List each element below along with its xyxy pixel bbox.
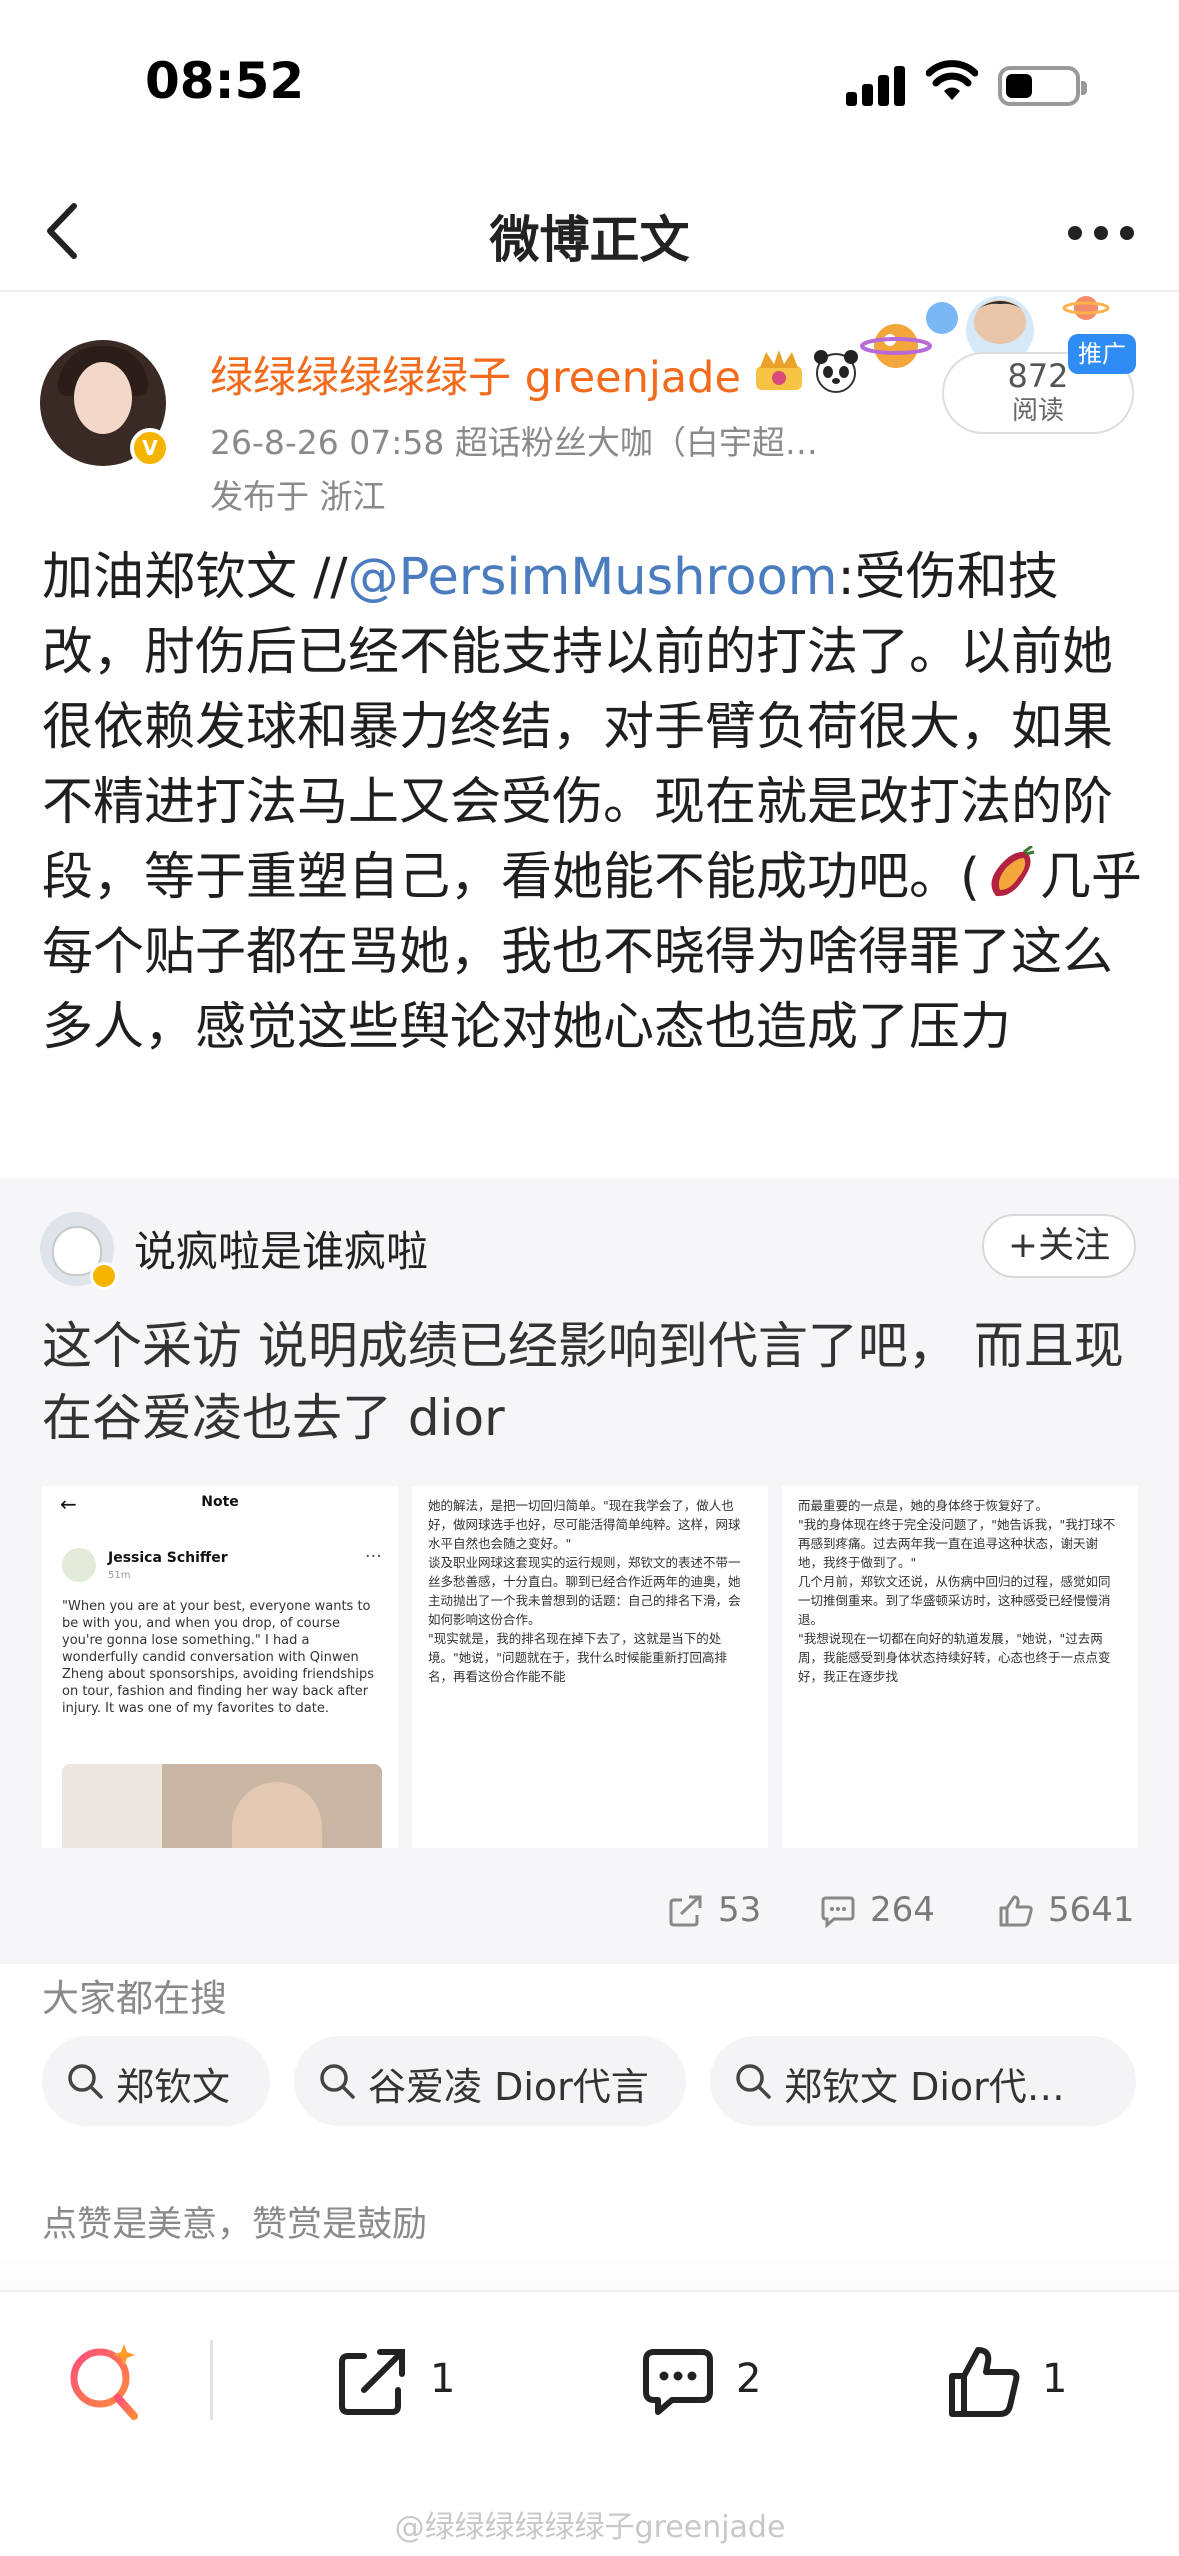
repost-comment-count: 264 [870, 1890, 935, 1930]
repost-images: ← Note Jessica Schiffer 51m ··· "When yo… [42, 1486, 1138, 1848]
more-dots-icon[interactable] [1066, 210, 1136, 250]
thumb-note-header: Note [201, 1494, 239, 1510]
repost-verified-icon [90, 1262, 118, 1290]
post-username[interactable]: 绿绿绿绿绿绿子 greenjade [210, 343, 741, 405]
repost-image-2[interactable]: 她的解法，是把一切回归简单。"现在我学会了，做人也好，做网球选手也好，尽可能活得… [412, 1486, 768, 1848]
comment-count: 2 [736, 2356, 762, 2402]
post-location: 发布于 浙江 [210, 477, 386, 516]
repost-share-count: 53 [718, 1890, 762, 1930]
thumb-more-dots: ··· [364, 1546, 382, 1567]
mention-link[interactable]: @PersimMushroom [348, 548, 838, 607]
bottom-action-bar: 1 2 1 @绿绿绿绿绿绿子greenjade [0, 2290, 1179, 2556]
battery-icon [998, 66, 1087, 106]
status-time: 08:52 [145, 52, 305, 110]
search-chip-1[interactable]: 郑钦文 [42, 2036, 270, 2126]
search-chip-label: 郑钦文 Dior代… [784, 2065, 1065, 2109]
repost-stats: 53 264 5641 [0, 1878, 1179, 1938]
signal-icon [846, 62, 906, 106]
wifi-icon [926, 60, 978, 100]
repost-card[interactable]: 说疯啦是谁疯啦 +关注 这个采访 说明成绩已经影响到代言了吧， 而且现在谷爱凌也… [0, 1178, 1179, 1964]
thumb-author: Jessica Schiffer [108, 1550, 228, 1566]
share-count: 1 [430, 2356, 456, 2402]
thumb-time: 51m [108, 1570, 131, 1581]
comment-icon [821, 1896, 855, 1928]
like-icon [949, 2347, 1020, 2417]
repost-text: 这个采访 说明成绩已经影响到代言了吧， 而且现在谷爱凌也去了 dior [42, 1317, 1124, 1447]
crown-badge-icon[interactable] [752, 346, 806, 394]
post-body: 加油郑钦文 //@PersimMushroom:受伤和技改，肘伤后已经不能支持以… [42, 540, 1142, 1065]
search-chip-2[interactable]: 谷爱凌 Dior代言 [294, 2036, 686, 2126]
sweet-potato-emoji-icon [991, 846, 1035, 897]
post-body-prefix: 加油郑钦文 // [42, 548, 348, 607]
thumb-article-text: 她的解法，是把一切回归简单。"现在我学会了，做人也好，做网球选手也好，尽可能活得… [428, 1498, 741, 1684]
repost-username[interactable]: 说疯啦是谁疯啦 [134, 1218, 428, 1279]
search-icon [68, 2064, 103, 2099]
bottom-divider [210, 2340, 213, 2420]
reward-note: 点赞是美意，赞赏是鼓励 [42, 2205, 428, 2245]
page-title: 微博正文 [489, 211, 690, 269]
search-icon [320, 2064, 355, 2099]
thumb-quote: "When you are at your best, everyone wan… [62, 1599, 374, 1716]
like-icon [999, 1895, 1033, 1927]
repost-image-1[interactable]: ← Note Jessica Schiffer 51m ··· "When yo… [42, 1486, 398, 1848]
repost-image-3[interactable]: 而最重要的一点是，她的身体终于恢复好了。 "我的身体现在终于完全没问题了，"她告… [782, 1486, 1138, 1848]
read-label: 阅读 [1011, 396, 1064, 426]
verified-icon: V [130, 428, 170, 468]
share-icon [669, 1895, 702, 1927]
comment-icon [643, 2349, 713, 2415]
like-count: 1 [1042, 2356, 1068, 2402]
weibo-search-icon[interactable] [66, 2338, 146, 2422]
status-bar: 08:52 [0, 0, 1179, 170]
thumb-article-text: 而最重要的一点是，她的身体终于恢复好了。 "我的身体现在终于完全没问题了，"她告… [798, 1498, 1116, 1684]
thumb-author-avatar [62, 1548, 96, 1582]
search-icon [736, 2064, 771, 2099]
search-chip-3[interactable]: 郑钦文 Dior代… [710, 2036, 1136, 2126]
search-chip-label: 郑钦文 [116, 2065, 231, 2109]
post-meta: 26-8-26 07:58 超话粉丝大咖（白宇超… [210, 423, 818, 462]
repost-like-count: 5641 [1048, 1890, 1135, 1930]
search-section-title: 大家都在搜 [42, 1977, 227, 2020]
promo-tag: 推广 [1068, 334, 1136, 374]
thumb-photo [62, 1764, 382, 1848]
share-icon [339, 2349, 405, 2415]
watermark: @绿绿绿绿绿绿子greenjade [394, 2510, 786, 2545]
nav-bar: 微博正文 [0, 170, 1179, 292]
search-chip-label: 谷爱凌 Dior代言 [368, 2065, 649, 2109]
follow-button[interactable]: +关注 [982, 1214, 1136, 1278]
